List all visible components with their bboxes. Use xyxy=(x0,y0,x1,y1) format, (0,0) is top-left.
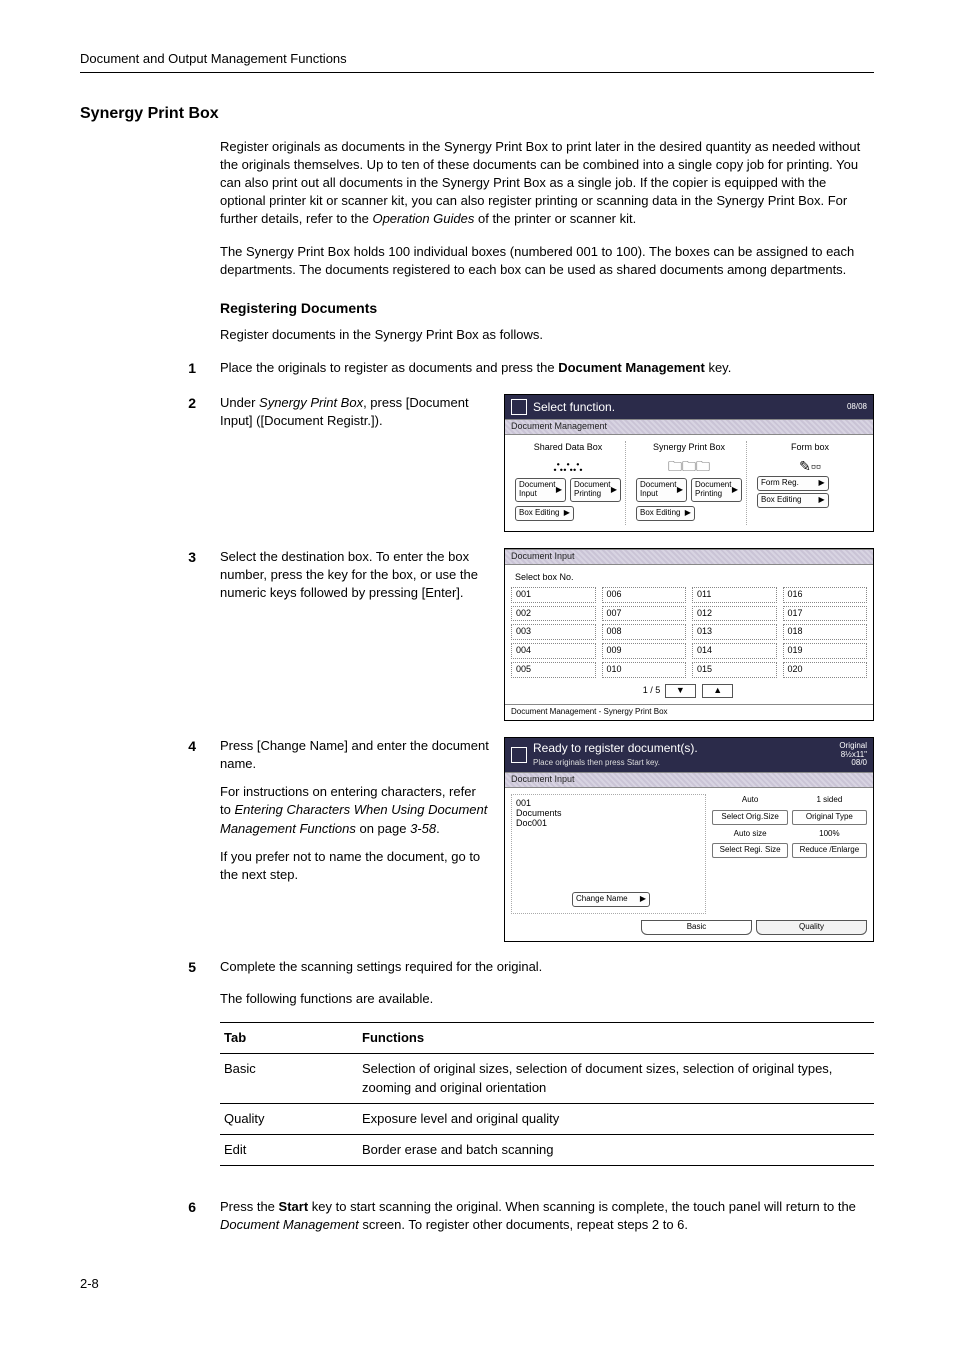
table-header-functions: Functions xyxy=(358,1023,874,1054)
box-cell[interactable]: 012 xyxy=(692,606,777,622)
screenshot-section: Document Input xyxy=(505,772,873,788)
auto-label: Auto xyxy=(712,794,787,807)
select-orig-size-button[interactable]: Select Orig.Size xyxy=(712,810,787,825)
table-row: Quality Exposure level and original qual… xyxy=(220,1103,874,1134)
document-input-button[interactable]: Document Input▶ xyxy=(636,478,687,502)
original-type-button[interactable]: Original Type xyxy=(792,810,867,825)
box-cell[interactable]: 017 xyxy=(783,606,868,622)
screenshot-clock: 08/0 xyxy=(851,758,867,767)
functions-table: Tab Functions Basic Selection of origina… xyxy=(220,1022,874,1166)
box-cell[interactable]: 011 xyxy=(692,587,777,603)
table-row: Basic Selection of original sizes, selec… xyxy=(220,1054,874,1103)
box-cell[interactable]: 016 xyxy=(783,587,868,603)
window-icon xyxy=(511,747,527,763)
screenshot-clock: 08/08 xyxy=(847,403,867,412)
col-head-form: Form box xyxy=(757,443,863,453)
step-3: 3 Select the destination box. To enter t… xyxy=(80,548,874,721)
screenshot-title: Ready to register document(s). xyxy=(533,741,698,755)
box-cell[interactable]: 008 xyxy=(602,624,687,640)
page-title: Synergy Print Box xyxy=(80,103,874,125)
box-cell[interactable]: 003 xyxy=(511,624,596,640)
box-cell[interactable]: 020 xyxy=(783,662,868,678)
document-input-button[interactable]: Document Input▶ xyxy=(515,478,566,502)
box-cell[interactable]: 009 xyxy=(602,643,687,659)
shared-box-icon: ⛬⛬⛬ xyxy=(515,459,621,474)
screenshot-select-box: Document Input Select box No. 001 006 01… xyxy=(504,548,874,721)
box-editing-button[interactable]: Box Editing▶ xyxy=(757,493,829,508)
box-cell[interactable]: 006 xyxy=(602,587,687,603)
box-cell[interactable]: 018 xyxy=(783,624,868,640)
col-head-shared: Shared Data Box xyxy=(515,443,621,453)
reduce-enlarge-button[interactable]: Reduce /Enlarge xyxy=(792,843,867,858)
screenshot-select-function: Select function. 08/08 Document Manageme… xyxy=(504,394,874,532)
step-4: 4 Press [Change Name] and enter the docu… xyxy=(80,737,874,942)
step-2: 2 Under Synergy Print Box, press [Docume… xyxy=(80,394,874,532)
window-icon xyxy=(511,399,527,415)
step-number: 6 xyxy=(80,1198,220,1218)
screenshot-footer: Document Management - Synergy Print Box xyxy=(505,704,873,720)
box-cell[interactable]: 019 xyxy=(783,643,868,659)
select-regi-size-button[interactable]: Select Regi. Size xyxy=(712,843,787,858)
box-cell[interactable]: 004 xyxy=(511,643,596,659)
box-cell[interactable]: 002 xyxy=(511,606,596,622)
box-cell[interactable]: 005 xyxy=(511,662,596,678)
original-label: Original xyxy=(839,741,867,750)
sided-label: 1 sided xyxy=(792,794,867,807)
page-number: 2-8 xyxy=(80,1275,874,1293)
original-size: 8½x11" xyxy=(841,750,867,759)
box-cell[interactable]: 010 xyxy=(602,662,687,678)
col-head-synergy: Synergy Print Box xyxy=(636,443,742,453)
synergy-box-icon: 🗀🗀🗀 xyxy=(636,459,742,474)
screenshot-subtitle: Place originals then press Start key. xyxy=(533,758,660,767)
step-6: 6 Press the Start key to start scanning … xyxy=(80,1198,874,1234)
form-box-icon: ✎▫▫ xyxy=(757,459,863,474)
tab-basic[interactable]: Basic xyxy=(641,920,752,935)
page-up-button[interactable]: ▲ xyxy=(702,684,733,698)
step-1: 1 Place the originals to register as doc… xyxy=(80,359,874,379)
document-printing-button[interactable]: Document Printing▶ xyxy=(570,478,621,502)
document-printing-button[interactable]: Document Printing▶ xyxy=(691,478,742,502)
box-cell[interactable]: 015 xyxy=(692,662,777,678)
step-number: 4 xyxy=(80,737,220,757)
step-5: 5 Complete the scanning settings require… xyxy=(80,958,874,1182)
box-cell[interactable]: 013 xyxy=(692,624,777,640)
form-reg-button[interactable]: Form Reg.▶ xyxy=(757,476,829,491)
intro-paragraph-2: The Synergy Print Box holds 100 individu… xyxy=(220,243,874,279)
pager-text: 1 / 5 xyxy=(643,685,661,695)
box-editing-button[interactable]: Box Editing▶ xyxy=(515,506,574,521)
step-number: 5 xyxy=(80,958,220,978)
tab-quality[interactable]: Quality xyxy=(756,920,867,935)
screenshot-title: Select function. xyxy=(533,401,615,414)
change-name-button[interactable]: Change Name▶ xyxy=(572,892,650,907)
screenshot-section: Document Input xyxy=(505,549,873,565)
running-header: Document and Output Management Functions xyxy=(80,50,874,73)
table-row: Edit Border erase and batch scanning xyxy=(220,1134,874,1165)
step-number: 3 xyxy=(80,548,220,568)
auto-size-label: Auto size xyxy=(712,828,787,841)
page-down-button[interactable]: ▼ xyxy=(665,684,696,698)
subsection-title: Registering Documents xyxy=(220,299,874,319)
intro-paragraph-1: Register originals as documents in the S… xyxy=(220,138,874,229)
screenshot-ready-register: Ready to register document(s). Place ori… xyxy=(504,737,874,942)
step-number: 1 xyxy=(80,359,220,379)
registering-intro: Register documents in the Synergy Print … xyxy=(220,326,874,344)
box-cell[interactable]: 007 xyxy=(602,606,687,622)
step-number: 2 xyxy=(80,394,220,414)
box-cell[interactable]: 001 xyxy=(511,587,596,603)
document-name: Doc001 xyxy=(516,819,701,829)
box-cell[interactable]: 014 xyxy=(692,643,777,659)
screenshot-section: Document Management xyxy=(505,419,873,435)
box-editing-button[interactable]: Box Editing▶ xyxy=(636,506,695,521)
zoom-label: 100% xyxy=(792,828,867,841)
table-header-tab: Tab xyxy=(220,1023,358,1054)
select-box-label: Select box No. xyxy=(515,573,867,583)
box-number-grid: 001 006 011 016 002 007 012 017 003 008 … xyxy=(511,587,867,678)
